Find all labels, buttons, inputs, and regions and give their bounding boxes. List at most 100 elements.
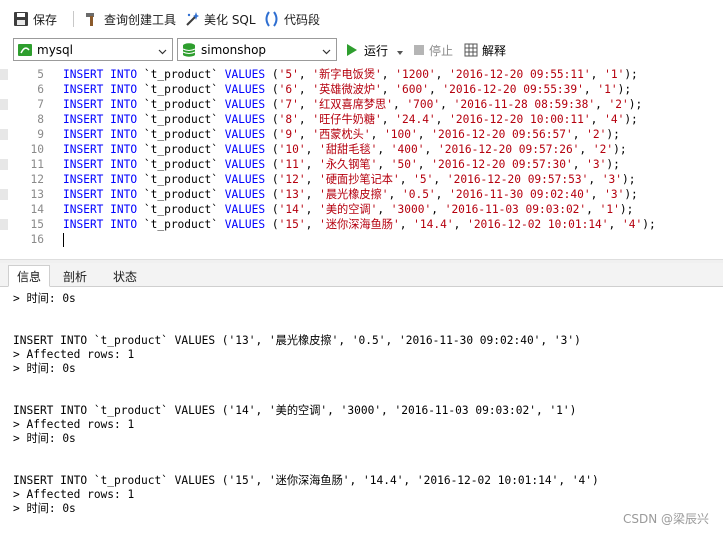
message-line: > 时间: 0s	[13, 292, 76, 305]
sql-punct: (	[271, 158, 279, 171]
explain-button[interactable]: 解释	[464, 41, 506, 59]
sql-string: '1'	[597, 83, 618, 96]
tab-info[interactable]: 信息	[8, 265, 50, 287]
sql-punct: ,	[431, 203, 445, 216]
save-button[interactable]: 保存	[13, 9, 57, 29]
sql-string: '2016-12-02 10:01:14'	[467, 218, 609, 231]
sql-punct: ,	[377, 158, 391, 171]
sql-punct: (	[271, 128, 279, 141]
stop-button[interactable]: 停止	[413, 41, 453, 59]
editor-line: 15 INSERT INTO `t_product` VALUES ('15', …	[0, 217, 723, 232]
sql-punct: ,	[417, 158, 432, 171]
sql-string: '400'	[390, 143, 425, 156]
sql-string: '1'	[604, 68, 625, 81]
sql-punct: ,	[298, 128, 313, 141]
line-marker	[0, 99, 8, 110]
sql-table-name: `t_product`	[143, 173, 218, 186]
sql-editor[interactable]: 5 INSERT INTO `t_product` VALUES ('5', '新…	[0, 64, 723, 259]
sql-punct: ,	[392, 98, 407, 111]
code-snippet-label: 代码段	[284, 12, 321, 27]
sql-keyword: INTO	[110, 128, 138, 141]
sql-keyword: INSERT	[63, 83, 104, 96]
sql-string: '15'	[278, 218, 306, 231]
editor-line: 9 INSERT INTO `t_product` VALUES ('9', '西…	[0, 127, 723, 142]
sql-string: '12'	[278, 173, 306, 186]
sql-string: '2016-12-20 10:00:11'	[449, 113, 591, 126]
sql-table-name: `t_product`	[143, 218, 218, 231]
sql-statement: INSERT INTO `t_product` VALUES ('12', '硬…	[63, 172, 636, 187]
parentheses-icon	[263, 11, 280, 27]
sql-string: '100'	[384, 128, 418, 141]
main-toolbar: 保存 查询创建工具 美化 SQL 代码段	[0, 0, 723, 36]
sql-statement: INSERT INTO `t_product` VALUES ('9', '西蒙…	[63, 127, 620, 142]
sql-keyword: INTO	[110, 218, 138, 231]
editor-line: 6 INSERT INTO `t_product` VALUES ('6', '英…	[0, 82, 723, 97]
message-line: > Affected rows: 1	[13, 348, 135, 361]
sql-statement: INSERT INTO `t_product` VALUES ('14', '美…	[63, 202, 633, 217]
tab-profile[interactable]: 剖析	[52, 265, 98, 287]
line-marker	[0, 219, 8, 230]
line-number: 14	[30, 203, 44, 216]
line-number: 6	[37, 83, 44, 96]
line-number: 5	[37, 68, 44, 81]
sql-punct: );	[606, 158, 620, 171]
sql-punct: (	[271, 113, 279, 126]
sql-statement: INSERT INTO `t_product` VALUES ('7', '红双…	[63, 97, 642, 112]
sql-table-name: `t_product`	[143, 113, 218, 126]
sql-punct: );	[622, 173, 636, 186]
sql-punct: ,	[370, 128, 385, 141]
message-line: > 时间: 0s	[13, 502, 76, 515]
sql-punct: (	[271, 98, 279, 111]
sql-string: '0.5'	[401, 188, 436, 201]
sql-string: '3000'	[390, 203, 432, 216]
sql-punct: ,	[298, 68, 313, 81]
run-button[interactable]: 运行	[346, 41, 404, 59]
sql-punct: ,	[579, 143, 593, 156]
sql-keyword: INSERT	[63, 143, 104, 156]
sql-keyword: VALUES	[224, 128, 266, 141]
query-builder-button[interactable]: 查询创建工具	[84, 9, 176, 29]
sql-punct: ,	[305, 173, 320, 186]
sql-keyword: INTO	[110, 158, 138, 171]
sql-punct: (	[271, 68, 279, 81]
tab-profile-label: 剖析	[62, 269, 87, 284]
sql-punct: ,	[586, 203, 600, 216]
sql-punct: ,	[305, 218, 320, 231]
play-icon	[346, 43, 358, 57]
sql-keyword: VALUES	[224, 158, 266, 171]
sql-string: '24.4'	[395, 113, 436, 126]
beautify-sql-button[interactable]: 美化 SQL	[184, 9, 256, 29]
sql-punct: ,	[433, 173, 447, 186]
sql-keyword: INSERT	[63, 173, 104, 186]
stop-label: 停止	[429, 43, 454, 58]
chevron-down-icon	[322, 45, 331, 55]
sql-punct: ,	[590, 113, 605, 126]
sql-table-name: `t_product`	[143, 68, 218, 81]
sql-string: '2016-12-20 09:57:53'	[446, 173, 589, 186]
sql-keyword: VALUES	[224, 218, 266, 231]
explain-label: 解释	[482, 43, 507, 58]
line-marker	[0, 159, 8, 170]
line-number: 10	[30, 143, 44, 156]
tab-status[interactable]: 状态	[100, 265, 150, 287]
sql-keyword: VALUES	[224, 98, 266, 111]
query-builder-label: 查询创建工具	[104, 12, 177, 27]
sql-keyword: INSERT	[63, 218, 104, 231]
sql-punct: ,	[424, 143, 438, 156]
sql-punct: (	[271, 143, 279, 156]
sql-keyword: INSERT	[63, 98, 104, 111]
code-snippet-button[interactable]: 代码段	[263, 9, 320, 29]
connection-select[interactable]: mysql	[13, 38, 173, 61]
sql-string: '1'	[599, 203, 620, 216]
sql-punct: ,	[572, 158, 587, 171]
database-select[interactable]: simonshop	[177, 38, 337, 61]
line-number: 8	[37, 113, 44, 126]
text-caret	[63, 233, 64, 247]
sql-punct: ,	[590, 188, 605, 201]
sql-string: '600'	[395, 83, 429, 96]
message-panel: > 时间: 0s INSERT INTO `t_product` VALUES (…	[0, 288, 723, 535]
line-number: 12	[30, 173, 44, 186]
sql-table-name: `t_product`	[143, 188, 218, 201]
sql-punct: ,	[595, 98, 609, 111]
run-dropdown-icon[interactable]	[396, 46, 404, 55]
